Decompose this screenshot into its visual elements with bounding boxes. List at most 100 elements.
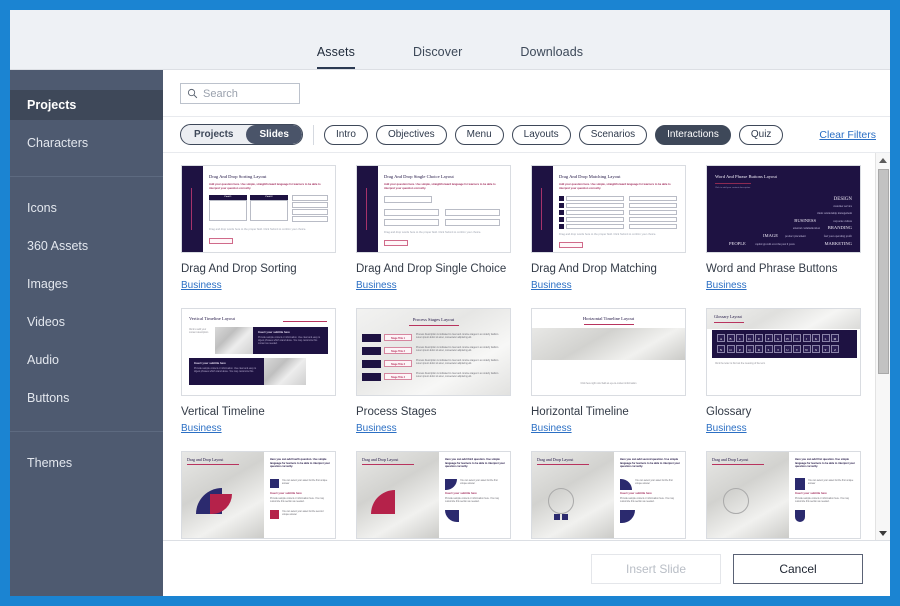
card-category-link[interactable]: Business	[706, 280, 861, 291]
slide-thumbnail[interactable]: Drag and Drop Layout Here you can add se…	[531, 451, 686, 539]
scroll-up-button[interactable]	[879, 153, 887, 167]
list-item[interactable]: Drag And Drop Sorting Layout Add your qu…	[181, 165, 336, 291]
sidebar-item-buttons[interactable]: Buttons	[10, 383, 163, 413]
glossary-key[interactable]: Z	[831, 345, 839, 353]
list-item[interactable]: Drag and Drop Layout Here you can add th…	[356, 451, 511, 540]
list-item[interactable]: Drag and Drop Layout Here you can add se…	[531, 451, 686, 540]
sidebar-item-videos[interactable]: Videos	[10, 307, 163, 337]
glossary-key[interactable]: P	[736, 345, 744, 353]
sidebar-item-images[interactable]: Images	[10, 269, 163, 299]
chip-quiz[interactable]: Quiz	[738, 124, 784, 145]
glossary-key[interactable]: A	[717, 334, 725, 342]
glossary-key[interactable]: N	[717, 345, 725, 353]
glossary-key[interactable]: B	[726, 334, 735, 342]
card-category-link[interactable]: Business	[181, 280, 336, 291]
card-category-link[interactable]: Business	[531, 423, 686, 434]
glossary-key[interactable]: D	[745, 334, 754, 342]
glossary-key[interactable]: E	[755, 334, 763, 342]
glossary-key[interactable]: G	[774, 334, 782, 342]
card-category-link[interactable]: Business	[531, 280, 686, 291]
card-category-link[interactable]: Business	[356, 280, 511, 291]
sidebar-item-360-assets[interactable]: 360 Assets	[10, 231, 163, 261]
list-item[interactable]: Horizontal Timeline Layout Click here ri…	[531, 308, 686, 434]
stage-label: Stage Title 1	[384, 334, 412, 341]
list-item[interactable]: Drag And Drop Matching Layout Add your q…	[531, 165, 686, 291]
list-item[interactable]: Drag and Drop Layout Here you can add fo…	[181, 451, 336, 540]
results-area: Drag And Drop Sorting Layout Add your qu…	[163, 153, 890, 540]
scroll-down-button[interactable]	[879, 526, 887, 540]
slide-thumbnail[interactable]: Vertical Timeline Layout Click to add yo…	[181, 308, 336, 396]
slide-thumbnail[interactable]: Drag And Drop Sorting Layout Add your qu…	[181, 165, 336, 253]
scrollbar-thumb[interactable]	[878, 169, 889, 374]
slide-thumbnail[interactable]: Drag and Drop Layout Here you can add fi…	[706, 451, 861, 539]
sidebar-item-label: Icons	[27, 201, 57, 215]
dialog-footer: Insert Slide Cancel	[163, 540, 890, 596]
glossary-key[interactable]: K	[812, 334, 820, 342]
glossary-key[interactable]: T	[774, 345, 782, 353]
card-title: Process Stages	[356, 406, 437, 418]
chip-interactions[interactable]: Interactions	[655, 124, 731, 145]
slide-thumbnail[interactable]: Glossary Layout A B C D E F G H I J K L …	[706, 308, 861, 396]
slide-thumbnail[interactable]: Drag And Drop Matching Layout Add your q…	[531, 165, 686, 253]
list-item[interactable]: Glossary Layout A B C D E F G H I J K L …	[706, 308, 861, 434]
slide-title-text: Drag and Drop Layout	[712, 457, 749, 462]
slide-field1-label: Field 1	[224, 195, 232, 198]
glossary-key[interactable]: V	[793, 345, 801, 353]
list-item[interactable]: Word And Phrase Buttons Layout Click to …	[706, 165, 861, 291]
glossary-key[interactable]: R	[755, 345, 763, 353]
slide-thumbnail[interactable]: Drag and Drop Layout Here you can add fo…	[181, 451, 336, 539]
sidebar-item-themes[interactable]: Themes	[10, 448, 163, 478]
sidebar-item-characters[interactable]: Characters	[10, 128, 163, 158]
glossary-key[interactable]: I	[793, 334, 801, 342]
vertical-scrollbar[interactable]	[875, 153, 890, 540]
slide-thumbnail[interactable]: Drag And Drop Single Choice Layout Add y…	[356, 165, 511, 253]
glossary-key[interactable]: Q	[745, 345, 754, 353]
card-category-link[interactable]: Business	[706, 423, 861, 434]
list-item[interactable]: Process Stages Layout Stage Title 1 Proc…	[356, 308, 511, 434]
glossary-key[interactable]: O	[726, 345, 735, 353]
glossary-key[interactable]: L	[821, 334, 830, 342]
glossary-key[interactable]: C	[736, 334, 744, 342]
sidebar: Projects Characters Icons 360 Assets Ima…	[10, 70, 163, 596]
glossary-key[interactable]: J	[802, 334, 811, 342]
sidebar-item-audio[interactable]: Audio	[10, 345, 163, 375]
chip-layouts[interactable]: Layouts	[511, 124, 571, 145]
slide-subtitle-text: Insert your subtitle here	[258, 330, 290, 334]
slide-prompt-text: Add your question here. Use simple, stra…	[209, 183, 321, 190]
search-input[interactable]: Search	[180, 83, 300, 104]
sidebar-item-icons[interactable]: Icons	[10, 193, 163, 223]
glossary-key[interactable]: S	[764, 345, 773, 353]
card-category-link[interactable]: Business	[181, 423, 336, 434]
card-category-link[interactable]: Business	[356, 423, 511, 434]
slide-prompt-text: Here you can add third question. Use sim…	[445, 458, 505, 469]
tab-discover[interactable]: Discover	[413, 45, 462, 69]
slide-thumbnail[interactable]: Drag and Drop Layout Here you can add th…	[356, 451, 511, 539]
slide-field2-label: Field 2	[265, 195, 273, 198]
slide-thumbnail[interactable]: Horizontal Timeline Layout Click here ri…	[531, 308, 686, 396]
slide-thumbnail[interactable]: Process Stages Layout Stage Title 1 Proc…	[356, 308, 511, 396]
glossary-key[interactable]: F	[764, 334, 773, 342]
tab-assets[interactable]: Assets	[316, 45, 355, 69]
glossary-key[interactable]: U	[783, 345, 792, 353]
glossary-key[interactable]: H	[783, 334, 792, 342]
list-item[interactable]: Drag and Drop Layout Here you can add fi…	[706, 451, 861, 540]
glossary-key[interactable]: W	[802, 345, 811, 353]
cancel-button[interactable]: Cancel	[733, 553, 863, 584]
list-item[interactable]: Drag And Drop Single Choice Layout Add y…	[356, 165, 511, 291]
wordcloud-item: BUSINESS	[794, 218, 816, 223]
chip-scenarios[interactable]: Scenarios	[578, 124, 648, 145]
glossary-key[interactable]: M	[831, 334, 839, 342]
segment-slides[interactable]: Slides	[246, 125, 302, 144]
chip-intro[interactable]: Intro	[323, 124, 368, 145]
chip-menu[interactable]: Menu	[454, 124, 504, 145]
chip-objectives[interactable]: Objectives	[375, 124, 447, 145]
sidebar-item-projects[interactable]: Projects	[10, 90, 163, 120]
glossary-key[interactable]: Y	[821, 345, 830, 353]
slide-thumbnail[interactable]: Word And Phrase Buttons Layout Click to …	[706, 165, 861, 253]
insert-slide-button[interactable]: Insert Slide	[591, 553, 721, 584]
tab-downloads[interactable]: Downloads	[520, 45, 583, 69]
list-item[interactable]: Vertical Timeline Layout Click to add yo…	[181, 308, 336, 434]
segment-projects[interactable]: Projects	[181, 125, 246, 144]
clear-filters-link[interactable]: Clear Filters	[819, 129, 876, 141]
glossary-key[interactable]: X	[812, 345, 820, 353]
